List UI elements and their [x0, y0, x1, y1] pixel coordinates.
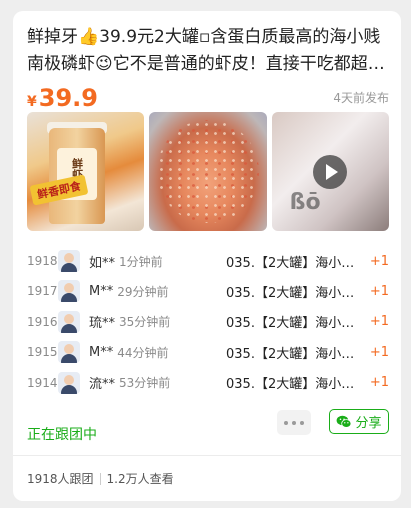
order-qty: +1: [369, 253, 389, 269]
order-item: 035.【2大罐】海小贱南极磷虾: [226, 255, 362, 271]
more-dot-icon: [284, 420, 288, 425]
order-user: 流**: [89, 377, 116, 393]
order-time: 53分钟前: [119, 376, 171, 391]
price-value: 39.9: [38, 84, 98, 112]
order-seq: 1914: [27, 375, 58, 390]
group-buy-card[interactable]: 鲜掉牙👍39.9元2大罐▫含蛋白质最高的海小贱南极磷虾😉它不是普通的虾皮！直接干…: [13, 11, 401, 501]
image-gallery: 鲜虾皮 鲜香即食 ßō: [27, 112, 389, 231]
order-list: 1918 如** 1分钟前 035.【2大罐】海小贱南极磷虾 +1 1917 M…: [27, 246, 389, 398]
more-dot-icon: [300, 420, 304, 425]
order-row: 1914 流** 53分钟前 035.【2大罐】海小贱南极磷虾 +1: [27, 368, 389, 398]
avatar: [58, 250, 80, 272]
order-seq: 1916: [27, 314, 58, 329]
play-icon[interactable]: [313, 154, 348, 189]
order-item: 035.【2大罐】海小贱南极磷虾: [226, 377, 362, 393]
wechat-icon: [337, 415, 352, 428]
video-thumb-graphic: ßō: [289, 190, 321, 215]
avatar: [58, 371, 80, 394]
currency-symbol: ¥: [27, 94, 37, 110]
order-row: 1917 M** 29分钟前 035.【2大罐】海小贱南极磷虾 +1: [27, 276, 389, 306]
joined-count: 1918人跟团: [27, 472, 94, 486]
view-count: 1.2万人查看: [106, 472, 174, 486]
order-item: 035.【2大罐】海小贱南极磷虾: [226, 316, 362, 332]
stats-footer: 1918人跟团 1.2万人查看: [27, 470, 174, 487]
order-row: 1918 如** 1分钟前 035.【2大罐】海小贱南极磷虾 +1: [27, 246, 389, 276]
share-button[interactable]: 分享: [329, 409, 389, 434]
posted-time: 4天前发布: [333, 91, 389, 105]
order-time: 1分钟前: [119, 254, 163, 269]
avatar: [58, 280, 80, 303]
group-status: 正在跟团中: [27, 427, 97, 443]
order-qty: +1: [369, 375, 389, 391]
order-item: 035.【2大罐】海小贱南极磷虾: [226, 346, 362, 362]
more-button[interactable]: [277, 410, 311, 435]
product-video-thumb[interactable]: ßō: [271, 112, 389, 231]
order-qty: +1: [369, 314, 389, 330]
order-row: 1915 M** 44分钟前 035.【2大罐】海小贱南极磷虾 +1: [27, 337, 389, 367]
order-qty: +1: [369, 344, 389, 360]
avatar: [58, 310, 80, 333]
product-photo-shrimp[interactable]: [149, 112, 267, 231]
avatar: [58, 341, 80, 364]
order-item: 035.【2大罐】海小贱南极磷虾: [226, 285, 362, 301]
order-user: 琉**: [89, 316, 116, 332]
product-photo-jar[interactable]: 鲜虾皮 鲜香即食: [27, 112, 145, 231]
share-label: 分享: [355, 416, 382, 431]
order-qty: +1: [369, 283, 389, 299]
order-seq: 1917: [27, 284, 58, 299]
divider: [13, 455, 401, 456]
order-row: 1916 琉** 35分钟前 035.【2大罐】海小贱南极磷虾 +1: [27, 307, 389, 337]
order-time: 29分钟前: [117, 284, 169, 299]
order-user: M**: [89, 283, 114, 299]
post-title[interactable]: 鲜掉牙👍39.9元2大罐▫含蛋白质最高的海小贱南极磷虾😉它不是普通的虾皮！直接干…: [27, 24, 389, 78]
order-time: 35分钟前: [119, 315, 171, 330]
separator: [99, 472, 101, 485]
shrimp-texture: [157, 120, 259, 223]
order-seq: 1918: [27, 254, 58, 268]
order-user: M**: [89, 344, 114, 360]
order-time: 44分钟前: [117, 345, 169, 360]
order-user: 如**: [89, 255, 116, 271]
price: ¥ 39.9: [27, 84, 98, 112]
more-dot-icon: [292, 420, 296, 425]
order-seq: 1915: [27, 345, 58, 360]
